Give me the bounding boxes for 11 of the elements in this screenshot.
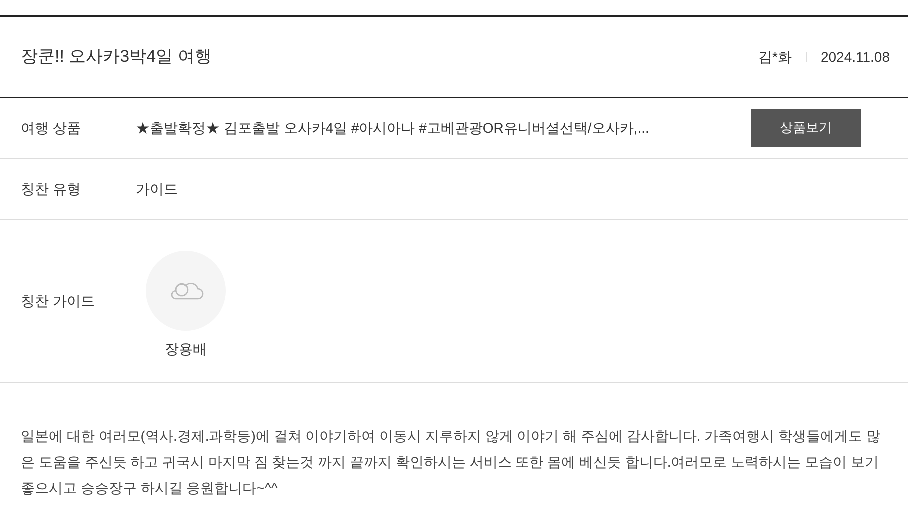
view-product-button[interactable]: 상품보기 [751,109,861,147]
review-text: 일본에 대한 여러모(역사.경제.과학등)에 걸쳐 이야기하여 이동시 지루하지 않게 이야기 해 주심에 감사합니다. 가족여행시 학생들에게도 많은 도움을 주신듯 하고 귀국시 마지막 짐 찾는것 까지 끝까지 확인하시는 서비스 또한 몸에 베신듯 합니다.여러모로 노력하시는 모습이 보기좋으시고 승승장구 하시길 응원합니다~^^ [20,427,882,498]
row-label: 칭찬 유형 [21,180,82,198]
row-label: 칭찬 가이드 [21,292,96,310]
post-title: 장쿤!! 오사카3박4일 여행 [21,46,212,68]
guide-name: 장용배 [165,340,207,359]
author-name: 김*화 [758,48,792,66]
post-date: 2024.11.08 [820,48,890,66]
row-label: 여행 상품 [21,118,82,138]
row-value: 가이드 [136,180,179,198]
row-value: ★출발확정★ 김포출발 오사카4일 #아시아나 #고베관광OR유니버셜선택/오사카,... [136,118,650,138]
